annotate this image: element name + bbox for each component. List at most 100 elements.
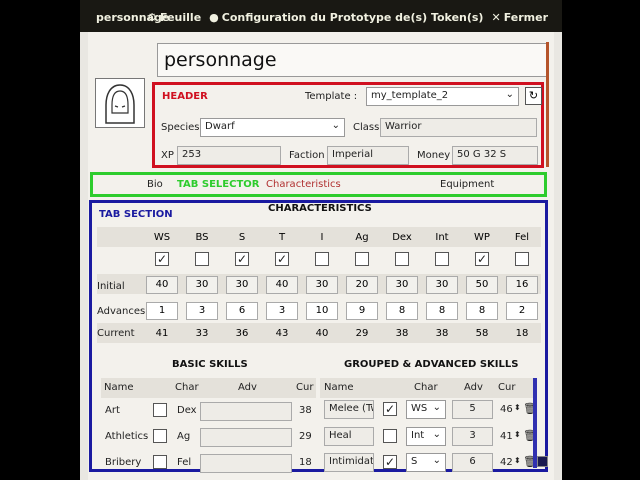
tab-characteristics[interactable]: Characteristics (266, 179, 341, 190)
money-field[interactable]: 50 G 32 S (452, 146, 538, 165)
chevron-down-icon: ⌄ (432, 402, 441, 413)
initial-wp[interactable]: 50 (466, 276, 498, 294)
basic-col-cur: Cur (296, 382, 314, 393)
xp-field[interactable]: 253 (177, 146, 281, 165)
advances-bs[interactable]: 3 (186, 302, 218, 320)
grouped-skill-char-select[interactable]: WS ⌄ (406, 400, 446, 419)
char-header-ws: WS (153, 232, 171, 243)
skill-checkbox[interactable] (153, 403, 167, 417)
skill-name: Art (105, 405, 120, 416)
resize-handle[interactable] (537, 456, 548, 467)
initial-fel[interactable]: 16 (506, 276, 538, 294)
grouped-skill-name-field[interactable]: Melee (Tw (324, 400, 374, 419)
token-config-button[interactable]: ● Configuration du Prototype de(s) Token… (209, 11, 483, 24)
tab-bio[interactable]: Bio (147, 179, 163, 190)
initial-s[interactable]: 30 (226, 276, 258, 294)
char-header-int: Int (435, 232, 449, 243)
char-checkbox-t[interactable]: ✓ (275, 252, 289, 266)
skill-adv-field[interactable] (200, 454, 292, 473)
grouped-skill-char: WS (411, 403, 428, 414)
current-dex: 38 (395, 328, 409, 339)
advances-wp[interactable]: 8 (466, 302, 498, 320)
skill-checkbox[interactable] (153, 429, 167, 443)
current-ws: 41 (155, 328, 169, 339)
tab-equipment[interactable]: Equipment (440, 179, 494, 190)
stepper-icon[interactable]: ⬍ (514, 456, 521, 465)
skill-checkbox[interactable] (153, 455, 167, 469)
char-header-bs: BS (195, 232, 209, 243)
skill-char: Ag (177, 431, 191, 442)
char-checkbox-dex[interactable] (395, 252, 409, 266)
chevron-down-icon: ⌄ (505, 89, 514, 100)
advances-t[interactable]: 3 (266, 302, 298, 320)
close-label: Fermer (503, 11, 548, 24)
initial-label: Initial (97, 281, 125, 292)
grouped-skill-name-field[interactable]: Intimidat (324, 453, 374, 472)
advances-ws[interactable]: 1 (146, 302, 178, 320)
skill-cur: 18 (299, 457, 312, 468)
skill-adv-field[interactable] (200, 428, 292, 447)
char-checkbox-fel[interactable] (515, 252, 529, 266)
window-titlebar[interactable]: personnage ⚙ Feuille ● Configuration du … (80, 0, 562, 32)
grouped-skill-checkbox[interactable]: ✓ (383, 455, 397, 469)
char-checkbox-ag[interactable] (355, 252, 369, 266)
grouped-skill-checkbox[interactable]: ✓ (383, 402, 397, 416)
current-bs: 33 (195, 328, 209, 339)
advances-ag[interactable]: 9 (346, 302, 378, 320)
advances-s[interactable]: 6 (226, 302, 258, 320)
initial-dex[interactable]: 30 (386, 276, 418, 294)
char-checkbox-bs[interactable] (195, 252, 209, 266)
advances-i[interactable]: 10 (306, 302, 338, 320)
char-checkbox-int[interactable] (435, 252, 449, 266)
skill-char: Fel (177, 457, 192, 468)
initial-t[interactable]: 40 (266, 276, 298, 294)
token-config-label: Configuration du Prototype de(s) Token(s… (221, 11, 484, 24)
grouped-skill-adv-field[interactable]: 5 (452, 400, 493, 419)
xp-label: XP (161, 150, 174, 161)
checkmark-icon: ✓ (156, 252, 168, 266)
advances-fel[interactable]: 2 (506, 302, 538, 320)
class-field[interactable]: Warrior (380, 118, 537, 137)
stepper-icon[interactable]: ⬍ (514, 430, 521, 439)
close-button[interactable]: ✕ Fermer (491, 11, 548, 24)
current-label: Current (97, 328, 135, 339)
current-ag: 29 (355, 328, 369, 339)
advances-dex[interactable]: 8 (386, 302, 418, 320)
skill-adv-field[interactable] (200, 402, 292, 421)
faction-field[interactable]: Imperial (327, 146, 409, 165)
grouped-skill-adv-field[interactable]: 6 (452, 453, 493, 472)
sheet-label: Feuille (160, 11, 202, 24)
skill-name: Bribery (105, 457, 142, 468)
template-select[interactable]: my_template_2 ⌄ (366, 87, 519, 106)
char-header-wp: WP (474, 232, 490, 243)
faction-label: Faction (289, 150, 325, 161)
species-select[interactable]: Dwarf ⌄ (200, 118, 345, 137)
initial-ag[interactable]: 20 (346, 276, 378, 294)
char-checkbox-s[interactable]: ✓ (235, 252, 249, 266)
checkmark-icon: ✓ (276, 252, 288, 266)
current-int: 38 (435, 328, 449, 339)
template-value: my_template_2 (371, 90, 449, 101)
char-checkbox-wp[interactable]: ✓ (475, 252, 489, 266)
initial-int[interactable]: 30 (426, 276, 458, 294)
refresh-template-button[interactable]: ↻ (525, 87, 542, 105)
scrollbar[interactable] (533, 378, 537, 468)
grouped-skill-adv-field[interactable]: 3 (452, 427, 493, 446)
grouped-skill-checkbox[interactable] (383, 429, 397, 443)
species-label: Species (161, 122, 200, 133)
stepper-icon[interactable]: ⬍ (514, 403, 521, 412)
char-checkbox-i[interactable] (315, 252, 329, 266)
initial-i[interactable]: 30 (306, 276, 338, 294)
initial-bs[interactable]: 30 (186, 276, 218, 294)
grouped-col-name: Name (324, 382, 354, 393)
class-label: Class (353, 122, 380, 133)
grouped-skill-char-select[interactable]: Int ⌄ (406, 427, 446, 446)
initial-ws[interactable]: 40 (146, 276, 178, 294)
avatar[interactable] (95, 78, 145, 128)
advances-int[interactable]: 8 (426, 302, 458, 320)
sheet-button[interactable]: ⚙ Feuille (147, 11, 201, 24)
character-name-input[interactable] (157, 43, 547, 77)
grouped-skill-name-field[interactable]: Heal (324, 427, 374, 446)
char-checkbox-ws[interactable]: ✓ (155, 252, 169, 266)
grouped-skill-char-select[interactable]: S ⌄ (406, 453, 446, 472)
